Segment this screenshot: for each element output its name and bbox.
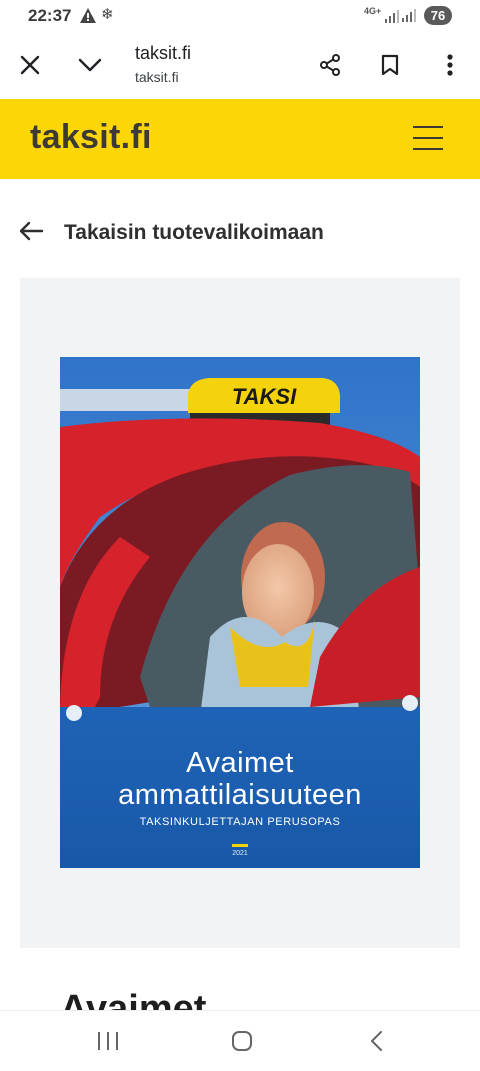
signal-icon [402,7,418,28]
cover-flag-stripe [232,844,248,847]
recents-icon[interactable] [78,1011,138,1071]
status-bar: 22:37 ❄ 4G+ 76 [0,0,480,32]
warning-icon [80,8,96,28]
product-image-card: TAKSI Avaimet ammattilaisuuteen TAKSINKU… [20,278,460,948]
battery-icon: 76 [424,6,452,25]
hamburger-menu-icon[interactable] [413,124,445,154]
more-vert-icon[interactable] [430,32,470,98]
browser-toolbar: taksit.fi taksit.fi [0,32,480,98]
share-icon[interactable] [310,32,350,98]
close-icon[interactable] [10,32,50,98]
home-icon[interactable] [212,1011,272,1071]
chevron-down-icon[interactable] [70,32,110,98]
page-title[interactable]: taksit.fi [135,43,191,64]
snowflake-icon: ❄ [101,6,114,23]
site-logo[interactable]: taksit.fi [30,118,152,157]
cover-title-line2: ammattilaisuuteen [118,779,362,811]
taxi-sign-text: TAKSI [232,384,297,409]
arrow-left-icon [18,221,44,246]
cover-year: 2021 [232,850,248,857]
status-time: 22:37 [28,6,72,25]
system-nav-bar [0,1010,480,1071]
site-header: taksit.fi [0,99,480,179]
back-icon[interactable] [346,1011,406,1071]
cover-subtitle: TAKSINKULJETTAJAN PERUSOPAS [139,816,341,828]
signal-icon [385,9,399,28]
back-link-label: Takaisin tuotevalikoimaan [64,221,324,244]
page-url[interactable]: taksit.fi [135,69,179,85]
bookmark-icon[interactable] [370,32,410,98]
cover-title-line1: Avaimet [186,747,294,779]
book-cover-image[interactable]: TAKSI Avaimet ammattilaisuuteen TAKSINKU… [60,357,420,868]
network-type: 4G+ [364,6,382,16]
back-to-products-link[interactable]: Takaisin tuotevalikoimaan [18,212,378,254]
